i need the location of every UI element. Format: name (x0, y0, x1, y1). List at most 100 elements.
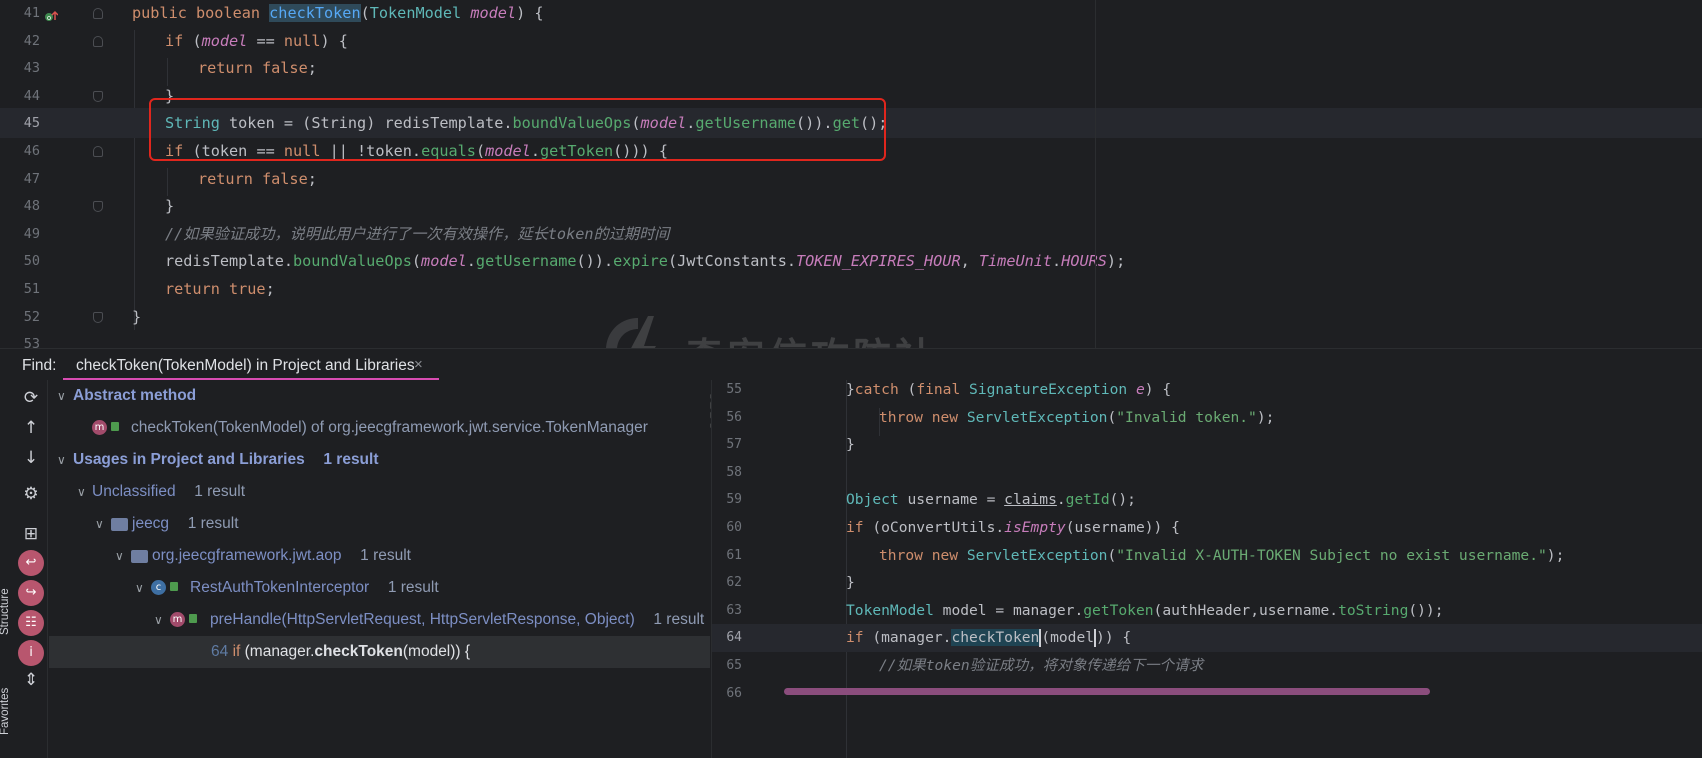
code-line[interactable]: 61 throw new ServletException("Invalid X-… (712, 542, 1702, 570)
fold-marker-icon[interactable] (93, 201, 103, 213)
tree-node-abstract-method[interactable]: ∨ Abstract method (49, 380, 710, 412)
navigate-back-icon[interactable]: ↩ (18, 550, 44, 576)
favorites-side-tab[interactable]: Favorites (0, 665, 12, 735)
code-line[interactable]: 58 (712, 459, 1702, 487)
code-line[interactable]: 56 throw new ServletException("Invalid to… (712, 404, 1702, 432)
code-token: public boolean (132, 4, 270, 22)
code-token: ) { (1144, 381, 1172, 398)
close-tab-icon[interactable]: × (414, 356, 423, 373)
chevron-down-icon[interactable]: ∨ (57, 444, 66, 476)
rerun-icon[interactable]: ⟳ (18, 388, 44, 412)
navigate-forward-icon[interactable]: ↪ (18, 580, 44, 606)
code-line[interactable]: 55}catch (final SignatureException e) { (712, 380, 1702, 404)
expand-all-icon[interactable]: ⇕ (18, 670, 44, 694)
horizontal-scrollbar[interactable] (784, 688, 1430, 695)
tree-node-label: preHandle(HttpServletRequest, HttpServle… (210, 611, 635, 628)
code-token: ); (1106, 252, 1126, 271)
fold-marker-icon[interactable] (93, 90, 103, 102)
info-icon[interactable]: i (18, 640, 44, 666)
code-text: if (model == null) { (165, 26, 348, 56)
structure-side-tab[interactable]: Structure (0, 555, 12, 635)
code-line[interactable]: 42 if (model == null) { (0, 26, 1702, 56)
code-token: if (165, 31, 184, 50)
tree-node-text: Unclassified 1 result (92, 476, 245, 508)
code-line[interactable]: 43 return false; (0, 53, 1702, 83)
code-token: (manager. (863, 629, 952, 647)
code-line[interactable]: 52} (0, 302, 1702, 332)
top-code-editor[interactable]: 41 o public boolean checkToken(TokenModel … (0, 0, 1702, 377)
tree-node-module[interactable]: ∨ jeecg 1 result (49, 508, 710, 540)
code-token: username = (898, 491, 1005, 509)
code-line[interactable]: 57} (712, 431, 1702, 459)
tree-node-abstract-item[interactable]: m checkToken(TokenModel) of org.jeecgfra… (49, 412, 710, 444)
chevron-down-icon[interactable]: ∨ (77, 476, 86, 508)
method-icon: m (92, 420, 107, 435)
tree-node-label: Abstract method (73, 387, 197, 404)
lock-icon (111, 422, 119, 431)
chevron-down-icon[interactable]: ∨ (154, 604, 163, 636)
code-line[interactable]: 48} (0, 191, 1702, 221)
line-number: 50 (23, 253, 40, 270)
code-text: if (oConvertUtils.isEmpty(username)) { (846, 514, 1180, 542)
code-line[interactable]: 41 o public boolean checkToken(TokenModel … (0, 0, 1702, 28)
previous-occurrence-icon[interactable]: ↑ (18, 418, 44, 442)
chevron-down-icon[interactable]: ∨ (95, 508, 104, 540)
fold-marker-icon[interactable] (93, 8, 103, 19)
code-line[interactable]: 62} (712, 569, 1702, 597)
find-tool-strip: ⟳ ↑ ↓ ⚙ ⊞ ↩ ↪ ☷ i ⇕ Structure Favorites (0, 380, 48, 758)
code-line[interactable]: 49 //如果验证成功，说明此用户进行了一次有效操作，延长token的过期时间 (0, 219, 1702, 249)
find-results-tree[interactable]: ∨ Abstract method m checkToken(TokenMode… (49, 380, 710, 758)
preview-icon[interactable]: ☷ (18, 610, 44, 636)
code-token: , (960, 252, 979, 271)
code-token: return true (165, 280, 266, 298)
code-token: return false (198, 169, 308, 188)
code-token: "Invalid X-AUTH-TOKEN Subject no exist u… (1116, 546, 1547, 564)
code-token: ( (183, 31, 202, 50)
tree-node-count: 1 result (387, 579, 439, 596)
tree-node-package[interactable]: ∨ org.jeecgframework.jwt.aop 1 result (49, 540, 710, 572)
code-token: e (1135, 381, 1145, 398)
code-token: ( (1107, 408, 1117, 426)
fold-marker-icon[interactable] (93, 146, 103, 157)
group-by-icon[interactable]: ⊞ (18, 524, 44, 548)
tree-node-method[interactable]: ∨ m preHandle(HttpServletRequest, HttpSe… (49, 604, 710, 636)
code-token: SignatureException (969, 381, 1128, 398)
implementation-marker-icon[interactable]: o (44, 4, 59, 22)
code-token: ServletException (966, 546, 1108, 564)
code-token: checkToken (951, 629, 1040, 647)
code-line[interactable]: 47 return false; (0, 164, 1702, 194)
code-line[interactable]: 65 //如果token验证成功，将对象传递给下一个请求 (712, 652, 1702, 680)
fold-marker-icon[interactable] (93, 311, 103, 323)
code-line[interactable]: 63 TokenModel model = manager.getToken(au… (712, 597, 1702, 625)
code-token: final (916, 381, 970, 398)
code-line[interactable]: 64 if (manager.checkToken (model)) { (712, 624, 1702, 652)
line-number: 60 (726, 520, 742, 535)
code-token: ( (898, 381, 917, 398)
line-number: 43 (23, 60, 40, 77)
chevron-down-icon[interactable]: ∨ (135, 572, 144, 604)
line-number: 46 (23, 143, 40, 159)
chevron-down-icon[interactable]: ∨ (57, 380, 66, 412)
code-line[interactable]: 59 Object username = claims.getId(); (712, 486, 1702, 514)
code-text: } (846, 431, 855, 459)
chevron-down-icon[interactable]: ∨ (115, 540, 124, 572)
find-results-tab[interactable]: checkToken(TokenModel) in Project and Li… (63, 349, 439, 381)
tree-node-usage-line[interactable]: 64 if (manager.checkToken(model)) { (49, 636, 710, 668)
fold-marker-icon[interactable] (93, 35, 103, 47)
tree-node-usages[interactable]: ∨ Usages in Project and Libraries 1 resu… (49, 444, 710, 476)
code-line[interactable]: 51 return true; (0, 274, 1702, 304)
code-token: "Invalid token." (1116, 408, 1257, 426)
tree-node-unclassified[interactable]: ∨ Unclassified 1 result (49, 476, 710, 508)
line-number: 45 (23, 115, 40, 132)
code-token: } (165, 197, 175, 216)
code-token: ); (1546, 546, 1565, 564)
tree-node-class[interactable]: ∨ c RestAuthTokenInterceptor 1 result (49, 572, 710, 604)
next-occurrence-icon[interactable]: ↓ (18, 448, 44, 472)
tree-node-text: RestAuthTokenInterceptor 1 result (190, 572, 439, 604)
preview-code-editor[interactable]: 55}catch (final SignatureException e) {5… (711, 380, 1702, 758)
code-line[interactable]: 50 redisTemplate.boundValueOps(model.getU… (0, 246, 1702, 276)
code-text: }catch (final SignatureException e) { (846, 380, 1171, 404)
line-number: 65 (726, 658, 742, 673)
settings-gear-icon[interactable]: ⚙ (18, 484, 44, 508)
code-line[interactable]: 60 if (oConvertUtils.isEmpty(username)) { (712, 514, 1702, 542)
